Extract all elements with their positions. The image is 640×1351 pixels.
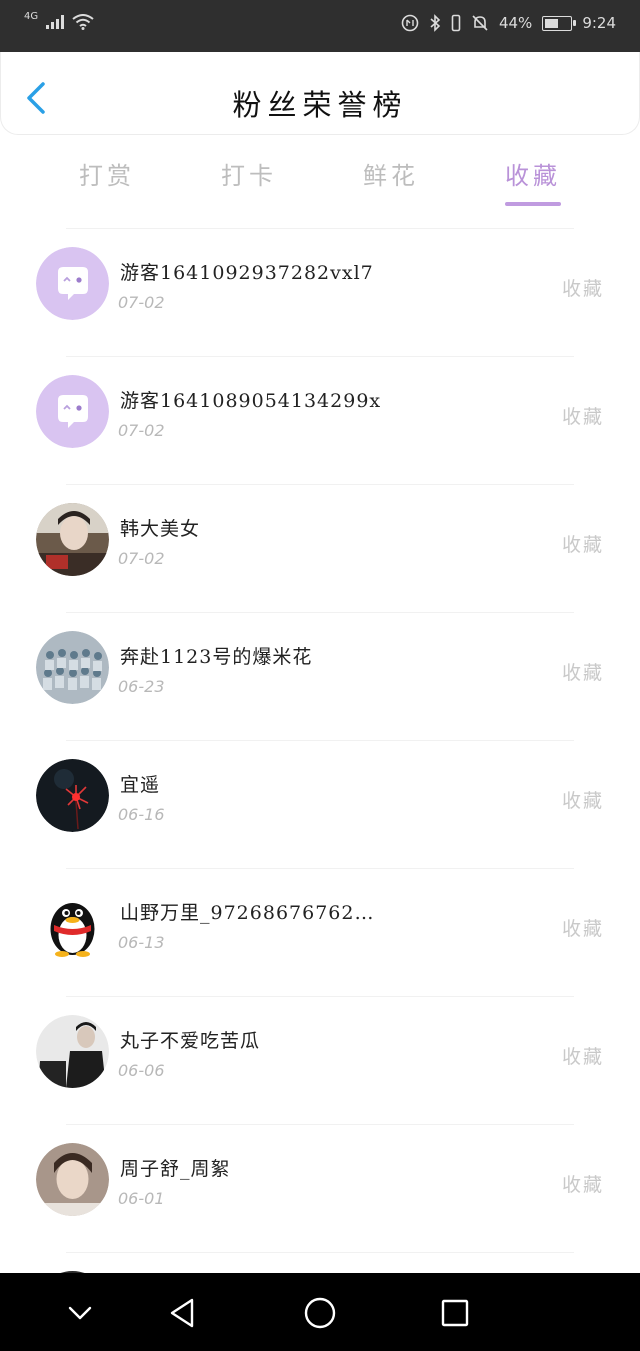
clock: 9:24 [582, 14, 616, 32]
favorite-label: 收藏 [561, 1046, 604, 1068]
divider [66, 356, 574, 357]
bluetooth-icon [430, 14, 441, 32]
list-item[interactable]: 游客1641089054134299x 07-02 收藏 [0, 356, 640, 484]
fan-date: 07-02 [118, 293, 165, 312]
list-item[interactable]: 丸子不爱吃苦瓜 06-06 收藏 [0, 996, 640, 1124]
fan-name: 宜遥 [120, 774, 161, 796]
favorite-label: 收藏 [561, 534, 604, 556]
fan-date: 06-13 [118, 933, 165, 952]
red-flower-avatar[interactable] [36, 759, 109, 832]
fan-name: 奔赴1123号的爆米花 [120, 646, 313, 668]
favorite-label: 收藏 [561, 1174, 604, 1196]
penguin-avatar[interactable] [36, 887, 109, 960]
active-tab-indicator [505, 202, 561, 206]
recents-square-icon[interactable] [437, 1295, 473, 1331]
divider [66, 612, 574, 613]
tab-bar: 打赏 打卡 鲜花 收藏 [0, 150, 640, 214]
network-type: 4G [24, 10, 39, 22]
divider [66, 1124, 574, 1125]
favorite-label: 收藏 [561, 662, 604, 684]
fan-date: 07-02 [118, 421, 165, 440]
divider [66, 484, 574, 485]
user-photo-avatar[interactable] [36, 503, 109, 576]
fan-name: 游客1641089054134299x [120, 390, 382, 412]
battery-percent: 44% [498, 14, 533, 32]
list-item[interactable]: 周子舒_周絮 06-01 收藏 [0, 1124, 640, 1252]
fan-name: 山野万里_97268676762… [120, 902, 375, 924]
user-photo-avatar[interactable] [36, 1015, 109, 1088]
list-item[interactable]: 奔赴1123号的爆米花 06-23 收藏 [0, 612, 640, 740]
default-chat-avatar[interactable] [36, 375, 109, 448]
fan-date: 06-23 [118, 677, 165, 696]
fan-name: 游客1641092937282vxl7 [120, 262, 374, 284]
mute-bell-icon [472, 15, 488, 31]
list-item[interactable]: 游客1641092937282vxl7 07-02 收藏 [0, 228, 640, 356]
favorite-label: 收藏 [561, 406, 604, 428]
wifi-icon [72, 14, 94, 30]
list-item[interactable]: 宜遥 06-16 收藏 [0, 740, 640, 868]
page-title: 粉丝荣誉榜 [232, 88, 408, 122]
fan-date: 07-02 [118, 549, 165, 568]
data-saver-icon [401, 14, 419, 32]
divider [66, 868, 574, 869]
tab-reward[interactable]: 打赏 [57, 156, 157, 191]
title-bar: 粉丝荣誉榜 [0, 52, 640, 135]
list-item[interactable]: 山野万里_97268676762… 06-13 收藏 [0, 868, 640, 996]
default-chat-avatar[interactable] [36, 247, 109, 320]
battery-icon [542, 15, 577, 31]
group-photo-avatar[interactable] [36, 631, 109, 704]
favorite-label: 收藏 [561, 918, 604, 940]
fan-list: 游客1641092937282vxl7 07-02 收藏 游客164108905… [0, 228, 640, 1344]
status-bar: 4G 44% 9:24 [0, 0, 640, 52]
user-photo-avatar[interactable] [36, 1143, 109, 1216]
back-triangle-icon[interactable] [164, 1295, 200, 1331]
favorite-label: 收藏 [561, 278, 604, 300]
divider [66, 740, 574, 741]
system-nav-bar [0, 1273, 640, 1351]
tab-checkin[interactable]: 打卡 [199, 156, 299, 191]
home-circle-icon[interactable] [302, 1295, 338, 1331]
fan-name: 韩大美女 [120, 518, 201, 540]
vibrate-icon [451, 14, 461, 32]
status-bar-right: 44% 9:24 [401, 14, 616, 32]
divider [66, 228, 574, 229]
fan-name: 丸子不爱吃苦瓜 [120, 1030, 261, 1052]
status-bar-left: 4G [24, 10, 94, 30]
list-item[interactable]: 韩大美女 07-02 收藏 [0, 484, 640, 612]
favorite-label: 收藏 [561, 790, 604, 812]
fan-date: 06-01 [118, 1189, 165, 1208]
divider [66, 996, 574, 997]
divider [66, 1252, 574, 1253]
fan-date: 06-16 [118, 805, 165, 824]
tab-flowers[interactable]: 鲜花 [341, 156, 441, 191]
collapse-down-icon[interactable] [62, 1295, 98, 1331]
fan-name: 周子舒_周絮 [120, 1158, 231, 1180]
tab-favorites[interactable]: 收藏 [483, 156, 583, 191]
fan-date: 06-06 [118, 1061, 165, 1080]
signal-icon [46, 15, 65, 29]
